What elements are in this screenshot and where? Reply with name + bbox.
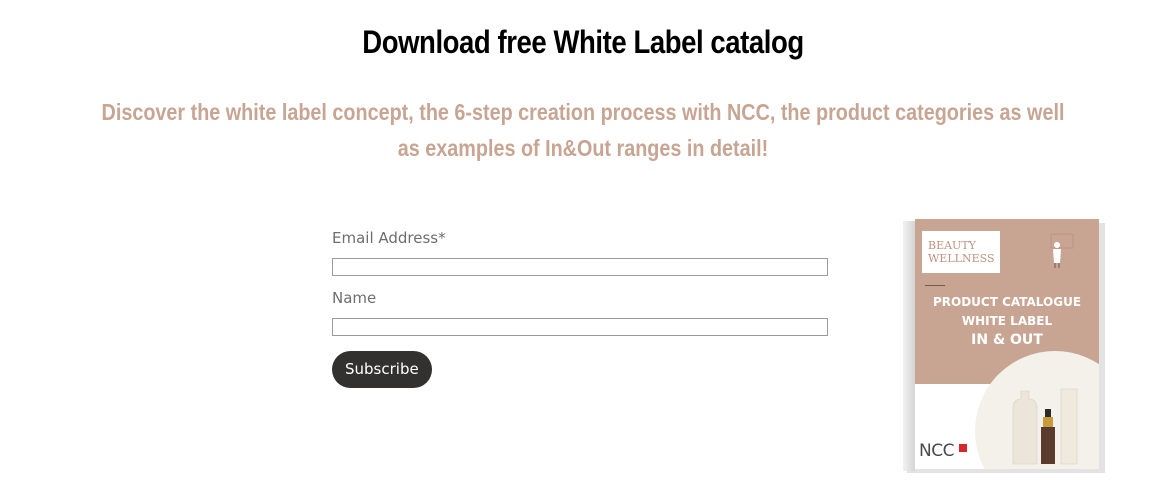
subscribe-button[interactable]: Subscribe (332, 351, 432, 388)
page-subtitle: Discover the white label concept, the 6-… (101, 99, 1065, 161)
email-label: Email Address* (332, 229, 446, 247)
ncc-logo: NCC (919, 441, 954, 461)
cover-title-line1: PRODUCT CATALOGUE (932, 295, 1082, 309)
name-field[interactable] (332, 318, 828, 336)
email-field[interactable] (332, 258, 828, 276)
chef-figure-icon (1050, 233, 1074, 268)
book-cover: BEAUTY WELLNESS PRODUCT CATALOGUE WHITE … (915, 219, 1099, 469)
cover-rule (925, 285, 945, 286)
cover-tag-line2: WELLNESS (928, 252, 995, 265)
catalogue-cover-image: BEAUTY WELLNESS PRODUCT CATALOGUE WHITE … (903, 219, 1105, 473)
page-title: Download free White Label catalog (362, 24, 804, 60)
swiss-flag-icon (959, 444, 967, 452)
name-label: Name (332, 289, 377, 307)
bottles-illustration (1012, 388, 1078, 465)
cover-title-line3: IN & OUT (971, 332, 1043, 348)
cover-title: PRODUCT CATALOGUE WHITE LABEL IN & OUT (915, 293, 1099, 350)
cover-title-line2: WHITE LABEL (961, 314, 1053, 328)
book-spine (903, 221, 915, 471)
cover-tag-line1: BEAUTY (928, 239, 976, 252)
cover-tag: BEAUTY WELLNESS (922, 231, 1000, 273)
subscribe-form: Email Address* Name Subscribe (332, 228, 828, 388)
